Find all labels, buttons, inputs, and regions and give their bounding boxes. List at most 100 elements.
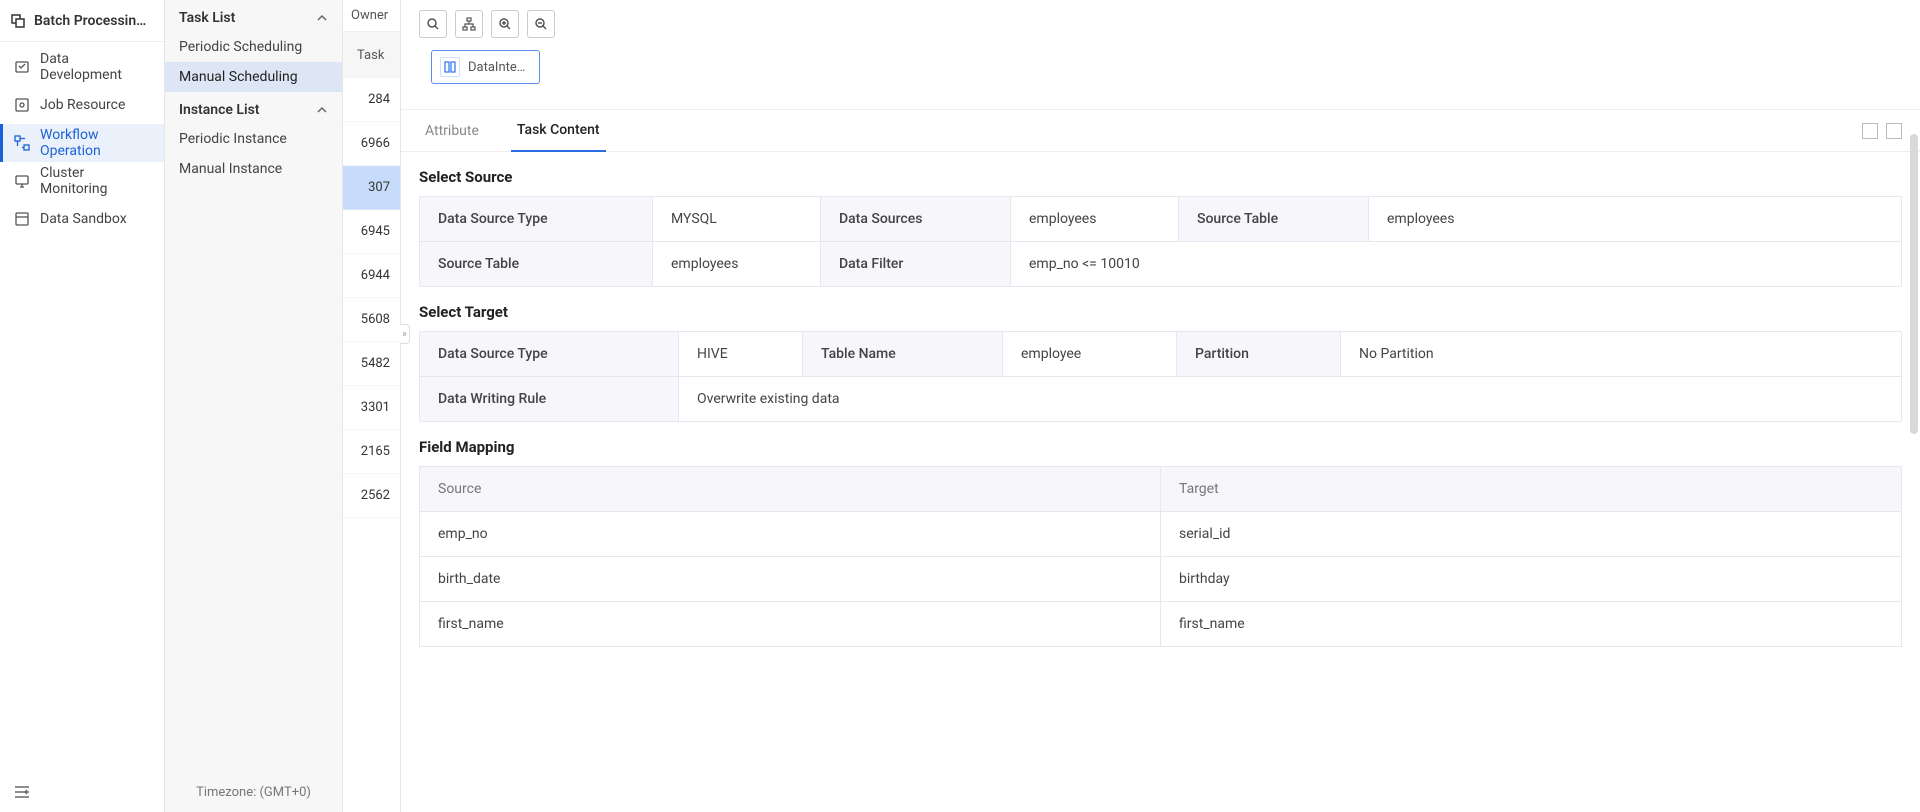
search-button[interactable] <box>419 10 447 38</box>
section-header-label: Instance List <box>179 102 260 118</box>
sidebar-item-workflow-operation[interactable]: Workflow Operation <box>0 124 164 162</box>
node-type-icon <box>440 57 460 77</box>
product-header: Batch Processing… <box>0 0 164 42</box>
sidebar-item-data-development[interactable]: Data Development <box>0 48 164 86</box>
tab-label: Attribute <box>425 123 479 139</box>
writing-rule-label: Data Writing Rule <box>420 377 678 421</box>
task-row[interactable]: 284 <box>343 78 400 122</box>
target-partition-value: No Partition <box>1340 332 1901 376</box>
target-data-source-type-label: Data Source Type <box>420 332 678 376</box>
target-data-source-type-value: HIVE <box>678 332 802 376</box>
task-row[interactable]: 2165 <box>343 430 400 474</box>
zoom-in-button[interactable] <box>491 10 519 38</box>
app-root: Batch Processing… Data Development Job R… <box>0 0 1920 812</box>
select-source-heading: Select Source <box>419 168 1902 186</box>
sub-item-label: Periodic Instance <box>179 131 287 147</box>
mapping-target-cell: serial_id <box>1160 512 1901 556</box>
zoom-out-icon <box>534 17 548 31</box>
tab-label: Task Content <box>517 122 600 138</box>
main-area: DataInte… Attribute Task Content Select … <box>401 0 1920 812</box>
section-header-instance-list[interactable]: Instance List <box>165 92 342 124</box>
canvas-toolbar <box>419 10 1902 38</box>
task-list-column: Owner Task 28469663076945694456085482330… <box>343 0 401 812</box>
sub-item-manual-scheduling[interactable]: Manual Scheduling <box>165 62 342 92</box>
source-table-label-2: Source Table <box>420 242 652 286</box>
task-row[interactable]: 6945 <box>343 210 400 254</box>
sub-item-periodic-instance[interactable]: Periodic Instance <box>165 124 342 154</box>
zoom-in-icon <box>498 17 512 31</box>
collapse-icon[interactable] <box>14 785 30 799</box>
task-row[interactable]: 5608 <box>343 298 400 342</box>
source-table-value: employees <box>1368 197 1901 241</box>
panel-layout-controls <box>1862 123 1902 139</box>
task-row[interactable]: 2562 <box>343 474 400 518</box>
primary-sidebar: Batch Processing… Data Development Job R… <box>0 0 165 812</box>
mapping-source-cell: birth_date <box>420 557 1160 601</box>
mapping-head-target: Target <box>1160 467 1901 511</box>
node-label: DataInte… <box>468 60 525 75</box>
sidebar-item-label: Workflow Operation <box>40 127 150 159</box>
sub-item-manual-instance[interactable]: Manual Instance <box>165 154 342 184</box>
task-rows: 28469663076945694456085482330121652562 <box>343 78 400 518</box>
monitor-icon <box>14 173 30 189</box>
task-row[interactable]: 3301 <box>343 386 400 430</box>
task-row[interactable]: 6966 <box>343 122 400 166</box>
task-row[interactable]: 6944 <box>343 254 400 298</box>
sub-item-label: Manual Instance <box>179 161 282 177</box>
mapping-row: first_namefirst_name <box>420 601 1901 646</box>
detail-panel: Attribute Task Content Select Source Dat… <box>401 110 1920 812</box>
workflow-node-datainte[interactable]: DataInte… <box>431 50 540 84</box>
scrollbar-thumb[interactable] <box>1910 134 1918 434</box>
workflow-canvas: DataInte… <box>401 0 1920 110</box>
minimize-panel-button[interactable] <box>1862 123 1878 139</box>
mapping-row: birth_datebirthday <box>420 556 1901 601</box>
sub-item-periodic-scheduling[interactable]: Periodic Scheduling <box>165 32 342 62</box>
job-resource-icon <box>14 97 30 113</box>
chevron-up-icon <box>316 12 328 24</box>
tab-attribute[interactable]: Attribute <box>419 110 485 152</box>
task-row[interactable]: 307 <box>343 166 400 210</box>
mapping-target-cell: first_name <box>1160 602 1901 646</box>
target-table-name-label: Table Name <box>802 332 1002 376</box>
sidebar-item-job-resource[interactable]: Job Resource <box>0 86 164 124</box>
source-data-sources-label: Data Sources <box>820 197 1010 241</box>
section-header-task-list[interactable]: Task List <box>165 0 342 32</box>
owner-filter[interactable]: Owner <box>343 0 400 32</box>
scrollbar-track <box>1910 110 1918 812</box>
data-filter-value: emp_no <= 10010 <box>1010 242 1901 286</box>
primary-nav: Data Development Job Resource Workflow O… <box>0 42 164 772</box>
writing-rule-value: Overwrite existing data <box>678 377 1901 421</box>
schema-button[interactable] <box>455 10 483 38</box>
sidebar-item-label: Cluster Monitoring <box>40 165 150 197</box>
search-icon <box>426 17 440 31</box>
sub-item-label: Manual Scheduling <box>179 69 298 85</box>
tab-task-content[interactable]: Task Content <box>511 110 606 152</box>
detail-tabs: Attribute Task Content <box>401 110 1920 152</box>
sidebar-item-label: Data Sandbox <box>40 211 127 227</box>
mapping-source-cell: emp_no <box>420 512 1160 556</box>
timezone-label: Timezone: (GMT+0) <box>165 773 342 812</box>
workflow-icon <box>14 135 30 151</box>
zoom-out-button[interactable] <box>527 10 555 38</box>
sidebar-item-cluster-monitoring[interactable]: Cluster Monitoring <box>0 162 164 200</box>
sidebar-item-data-sandbox[interactable]: Data Sandbox <box>0 200 164 238</box>
source-table-label: Source Table <box>1178 197 1368 241</box>
source-data-source-type-value: MYSQL <box>652 197 820 241</box>
product-icon <box>10 13 26 29</box>
select-target-heading: Select Target <box>419 303 1902 321</box>
sub-item-label: Periodic Scheduling <box>179 39 302 55</box>
target-table-name-value: employee <box>1002 332 1176 376</box>
mapping-head-source: Source <box>420 467 1160 511</box>
sidebar-item-label: Data Development <box>40 51 150 83</box>
field-mapping-heading: Field Mapping <box>419 438 1902 456</box>
product-title: Batch Processing… <box>34 13 154 29</box>
mapping-source-cell: first_name <box>420 602 1160 646</box>
section-header-label: Task List <box>179 10 235 26</box>
task-row[interactable]: 5482 <box>343 342 400 386</box>
target-table: Data Source Type HIVE Table Name employe… <box>419 331 1902 422</box>
maximize-panel-button[interactable] <box>1886 123 1902 139</box>
source-table: Data Source Type MYSQL Data Sources empl… <box>419 196 1902 287</box>
task-column-header: Task <box>343 32 400 78</box>
data-filter-label: Data Filter <box>820 242 1010 286</box>
target-partition-label: Partition <box>1176 332 1340 376</box>
